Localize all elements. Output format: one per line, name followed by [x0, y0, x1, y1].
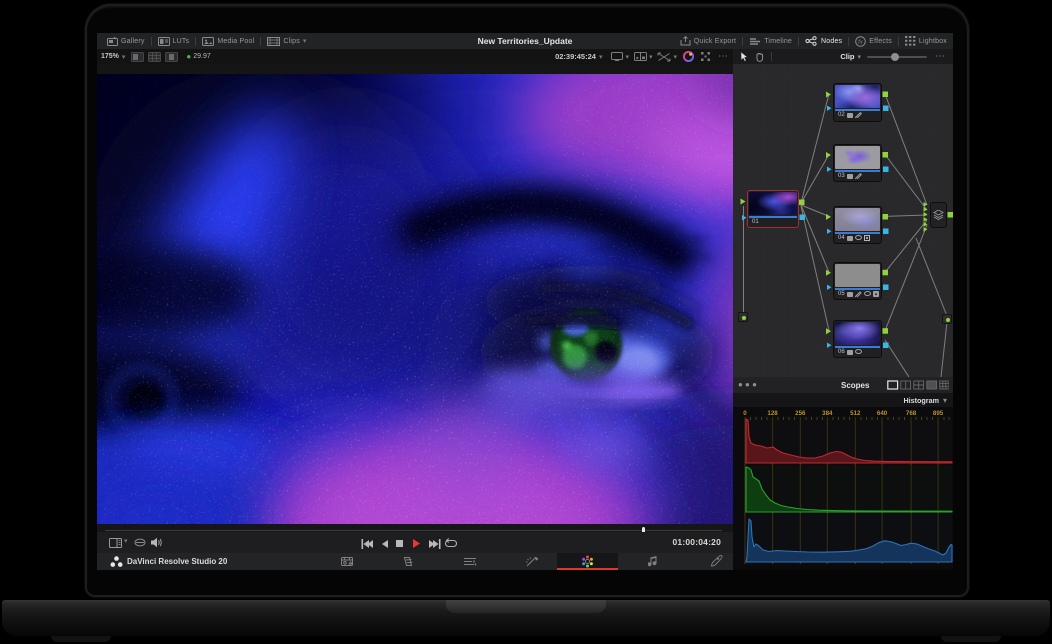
svg-text:256: 256: [795, 410, 806, 417]
svg-text:384: 384: [822, 410, 833, 417]
svg-text:895: 895: [933, 410, 944, 417]
svg-text:fx: fx: [858, 39, 863, 45]
svg-text:640: 640: [877, 410, 888, 417]
svg-text:0: 0: [743, 410, 747, 417]
svg-text:768: 768: [906, 410, 917, 417]
svg-text:128: 128: [767, 410, 778, 417]
svg-text:512: 512: [850, 410, 861, 417]
